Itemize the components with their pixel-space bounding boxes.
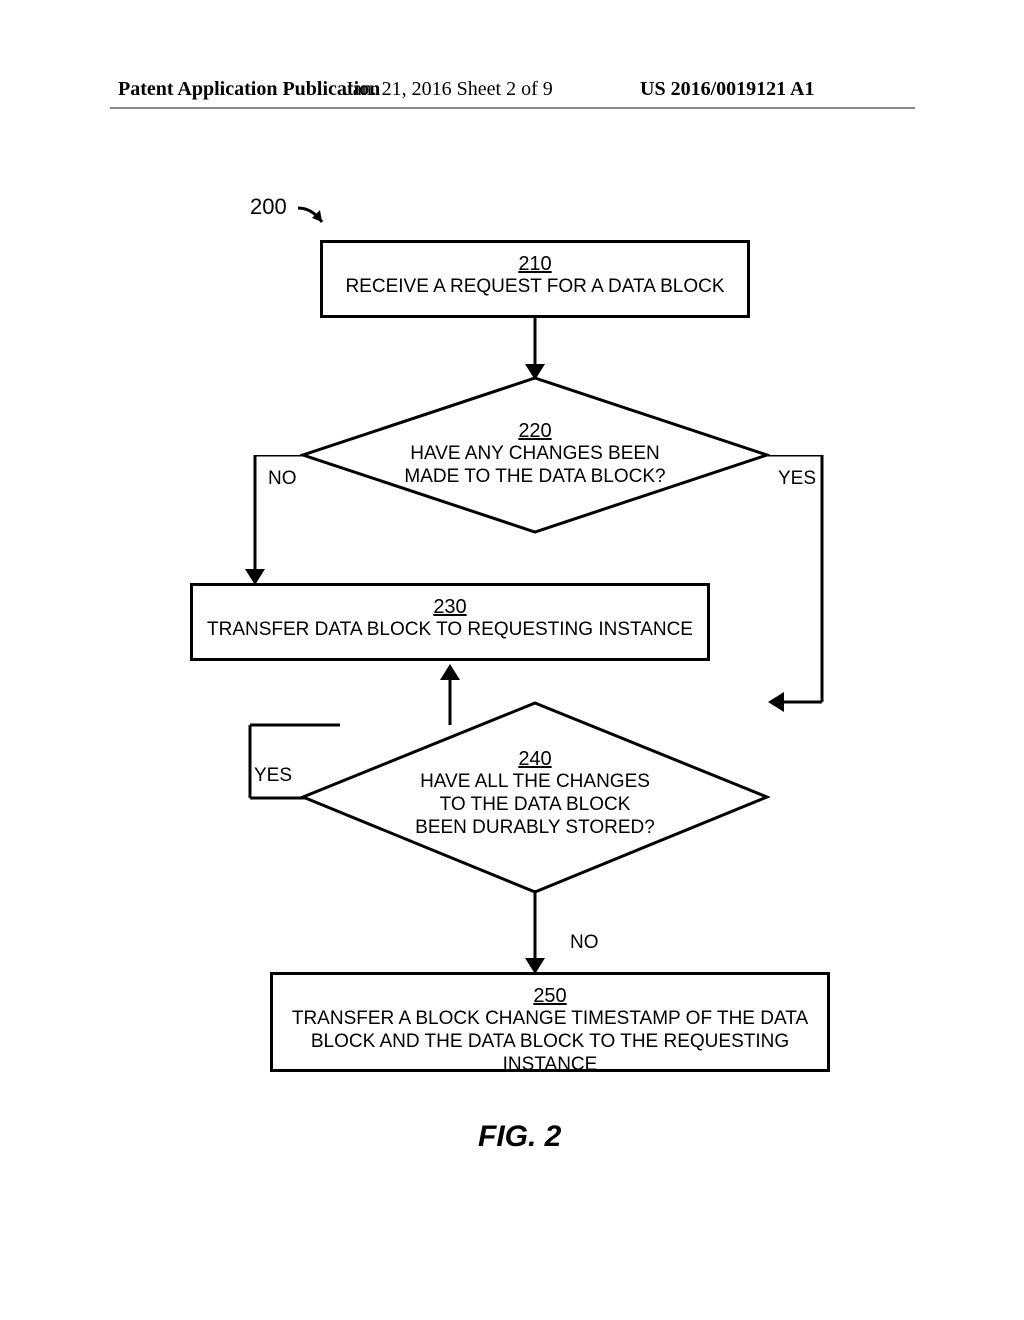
step-220-decision: 220 HAVE ANY CHANGES BEEN MADE TO THE DA… <box>300 375 770 535</box>
step-220-text2: MADE TO THE DATA BLOCK? <box>300 466 770 489</box>
header-right: US 2016/0019121 A1 <box>640 78 814 101</box>
step-230-text: TRANSFER DATA BLOCK TO REQUESTING INSTAN… <box>199 619 701 642</box>
flowchart-figure: 200 210 RECEIVE A REQUEST FOR A DATA BLO… <box>0 200 1024 1200</box>
step-240-text2: TO THE DATA BLOCK <box>300 794 770 817</box>
step-250-box: 250 TRANSFER A BLOCK CHANGE TIMESTAMP OF… <box>270 972 830 1072</box>
header-rule <box>110 107 915 109</box>
step-240-text3: BEEN DURABLY STORED? <box>300 817 770 840</box>
step-240-text1: HAVE ALL THE CHANGES <box>300 771 770 794</box>
step-230-box: 230 TRANSFER DATA BLOCK TO REQUESTING IN… <box>190 583 710 661</box>
step-240-decision: 240 HAVE ALL THE CHANGES TO THE DATA BLO… <box>300 700 770 895</box>
step-210-number: 210 <box>329 253 741 276</box>
reference-arrow-icon <box>290 196 370 236</box>
page: Patent Application Publication Jan. 21, … <box>0 0 1024 1320</box>
figure-reference-number: 200 <box>250 194 287 220</box>
header-left: Patent Application Publication <box>118 78 380 101</box>
branch-240-no-label: NO <box>570 932 599 954</box>
header-center: Jan. 21, 2016 Sheet 2 of 9 <box>345 78 553 101</box>
step-230-number: 230 <box>199 596 701 619</box>
arrow-220-yes-to-240 <box>760 455 840 755</box>
step-220-number: 220 <box>300 420 770 443</box>
step-250-text1: TRANSFER A BLOCK CHANGE TIMESTAMP OF THE… <box>279 1008 821 1031</box>
step-250-text2: BLOCK AND THE DATA BLOCK TO THE REQUESTI… <box>279 1031 821 1077</box>
step-240-number: 240 <box>300 748 770 771</box>
step-210-box: 210 RECEIVE A REQUEST FOR A DATA BLOCK <box>320 240 750 318</box>
figure-caption: FIG. 2 <box>478 1120 561 1154</box>
step-220-text1: HAVE ANY CHANGES BEEN <box>300 443 770 466</box>
step-210-text: RECEIVE A REQUEST FOR A DATA BLOCK <box>329 276 741 299</box>
arrow-240-yes-to-230 <box>230 655 340 815</box>
arrow-240-no-to-250 <box>517 890 557 985</box>
arrow-240-yes-head <box>432 660 472 740</box>
step-250-number: 250 <box>279 985 821 1008</box>
